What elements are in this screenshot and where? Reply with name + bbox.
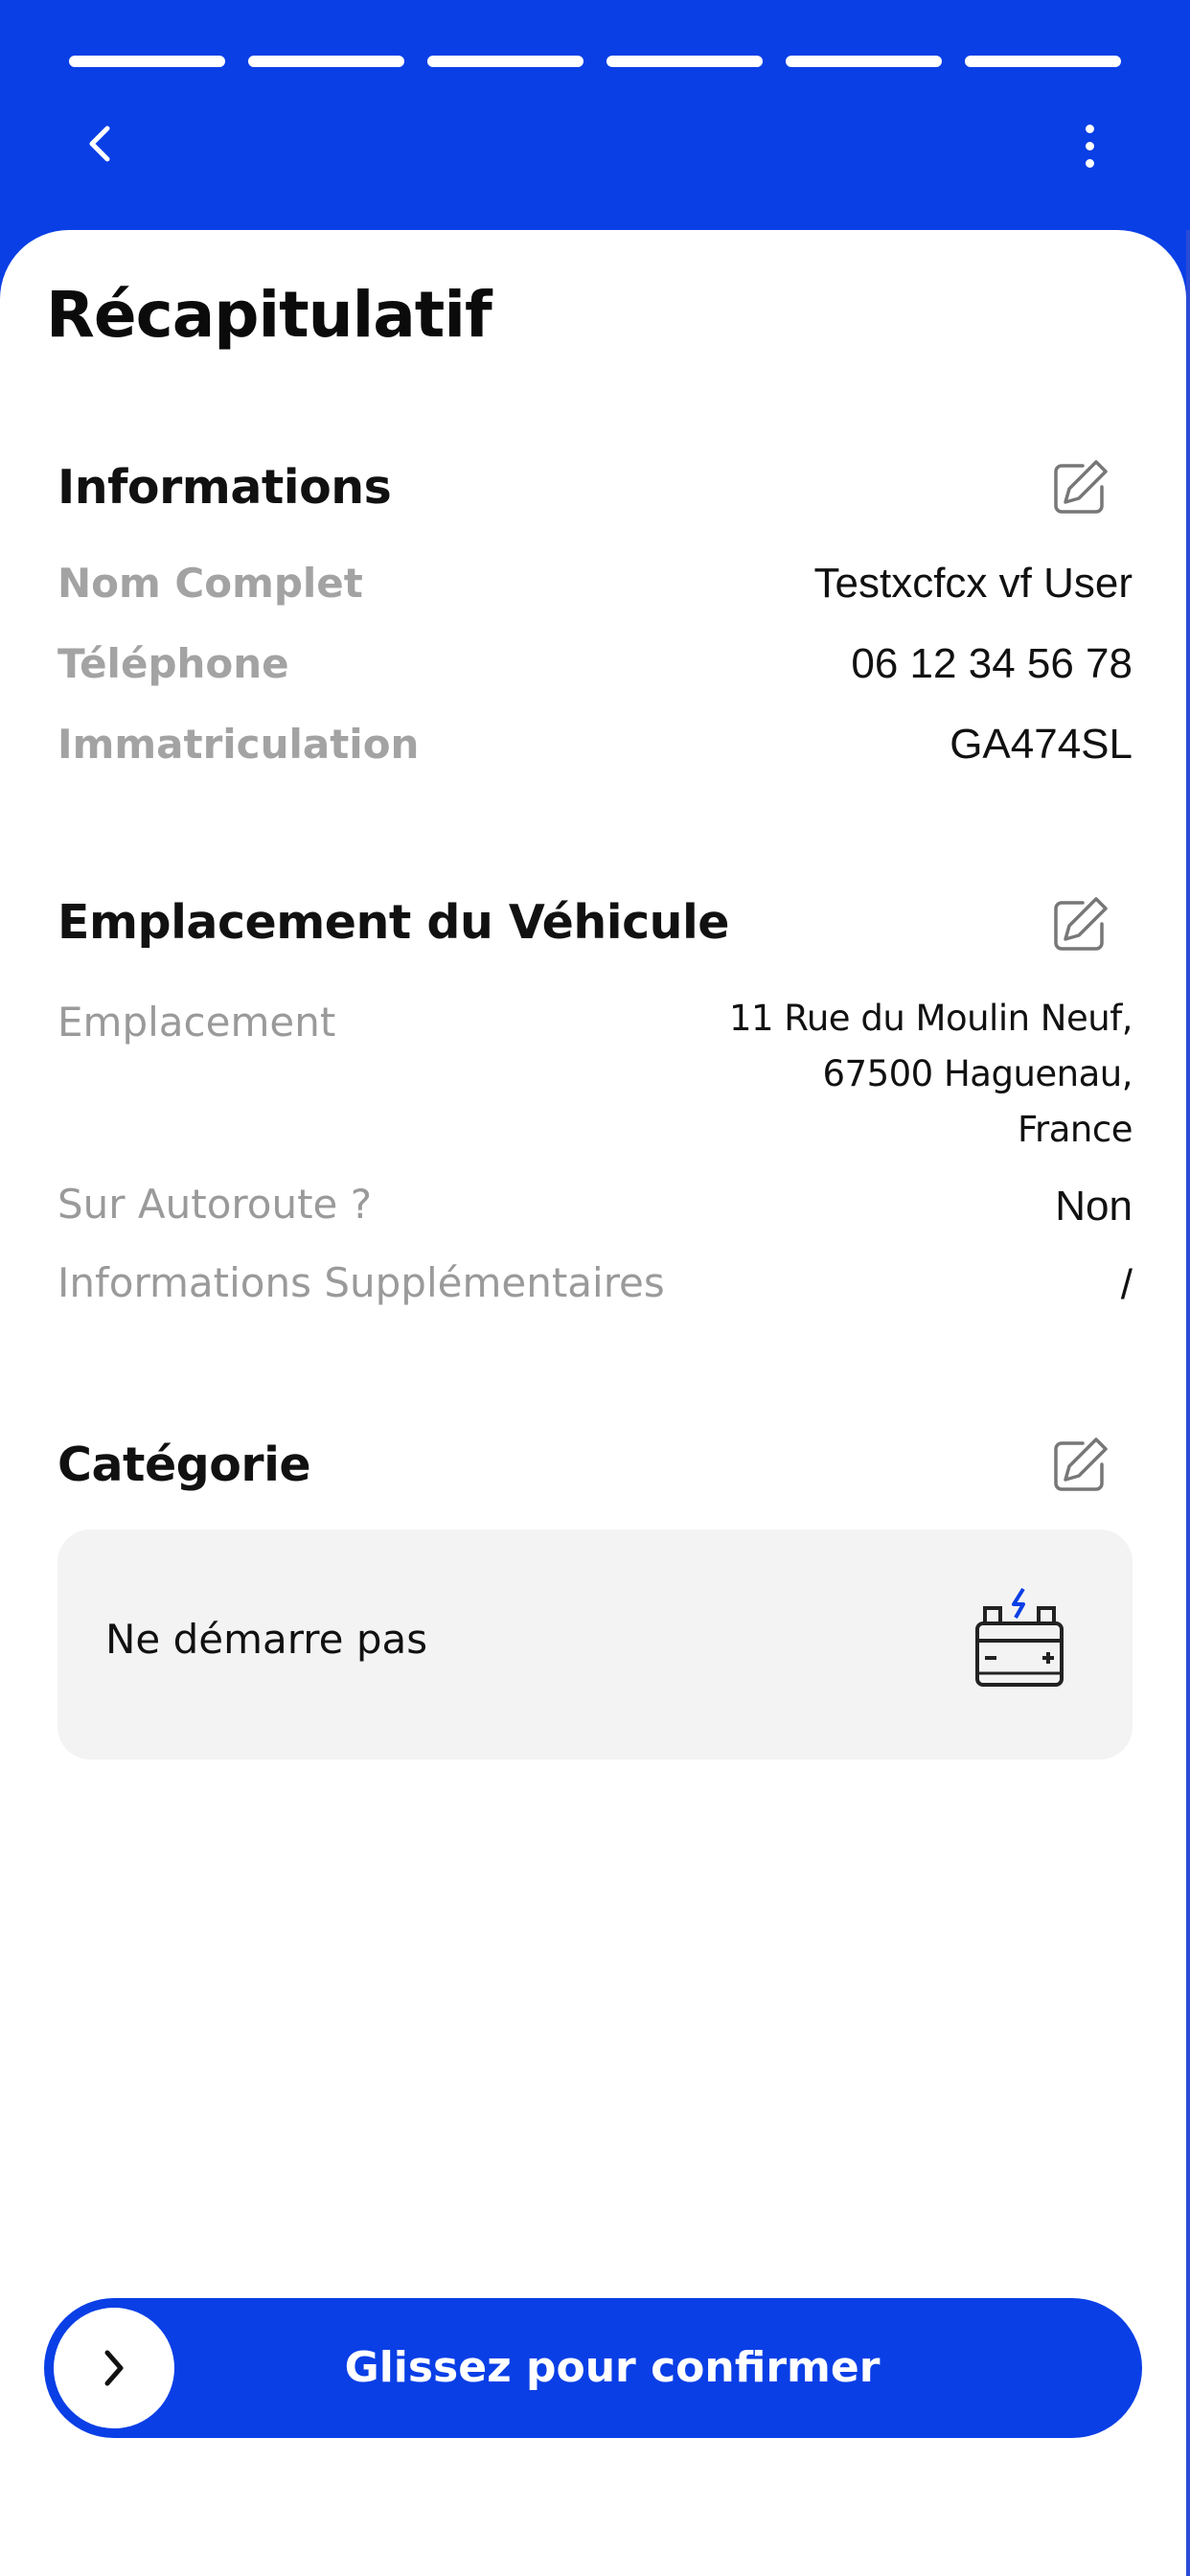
category-card[interactable]: Ne démarre pas	[57, 1530, 1133, 1760]
edit-informations-icon[interactable]	[1048, 456, 1111, 519]
address-line: 67500 Haguenau,	[822, 1053, 1133, 1094]
more-vertical-icon-dot	[1085, 141, 1094, 150]
progress-segment	[786, 56, 942, 67]
highway-value: Non	[1055, 1183, 1133, 1230]
more-options-button[interactable]	[1065, 115, 1113, 176]
extra-info-value: /	[1120, 1261, 1133, 1308]
slider-label: Glissez pour confirmer	[344, 2343, 881, 2392]
address-label: Emplacement	[57, 999, 336, 1046]
category-section-title: Catégorie	[57, 1438, 311, 1492]
back-button[interactable]	[75, 113, 123, 174]
edit-category-icon[interactable]	[1048, 1434, 1111, 1497]
edit-location-icon[interactable]	[1048, 893, 1111, 956]
progress-segment	[606, 56, 763, 67]
highway-label: Sur Autoroute ?	[57, 1181, 373, 1228]
page-title: Récapitulatif	[46, 278, 492, 352]
more-vertical-icon-dot	[1085, 158, 1094, 168]
plate-value: GA474SL	[950, 721, 1133, 768]
more-vertical-icon	[1085, 124, 1094, 133]
card-edge	[1186, 230, 1190, 2576]
address-line: France	[1017, 1109, 1133, 1150]
progress-segment	[69, 56, 225, 67]
phone-label: Téléphone	[57, 640, 289, 687]
address-value: 11 Rue du Moulin Neuf, 67500 Haguenau, F…	[729, 991, 1133, 1158]
address-line: 11 Rue du Moulin Neuf,	[728, 998, 1133, 1039]
extra-info-label: Informations Supplémentaires	[57, 1259, 665, 1306]
phone-value: 06 12 34 56 78	[851, 640, 1133, 687]
category-label: Ne démarre pas	[105, 1616, 428, 1663]
progress-segment	[427, 56, 584, 67]
plate-label: Immatriculation	[57, 721, 420, 768]
location-section-title: Emplacement du Véhicule	[57, 895, 730, 950]
progress-segment	[248, 56, 404, 67]
slide-to-confirm[interactable]: Glissez pour confirmer	[44, 2298, 1142, 2438]
full-name-label: Nom Complet	[57, 560, 363, 607]
slider-knob[interactable]	[54, 2308, 174, 2428]
chevron-right-icon	[104, 2350, 124, 2386]
step-progress-bar	[69, 56, 1121, 67]
chevron-left-icon	[89, 126, 110, 162]
progress-segment	[965, 56, 1121, 67]
recap-screen: Récapitulatif Informations Nom Complet T…	[0, 0, 1190, 2576]
full-name-value: Testxcfcx vf User	[813, 560, 1133, 607]
informations-section-title: Informations	[57, 460, 392, 515]
car-battery-icon	[975, 1587, 1064, 1687]
